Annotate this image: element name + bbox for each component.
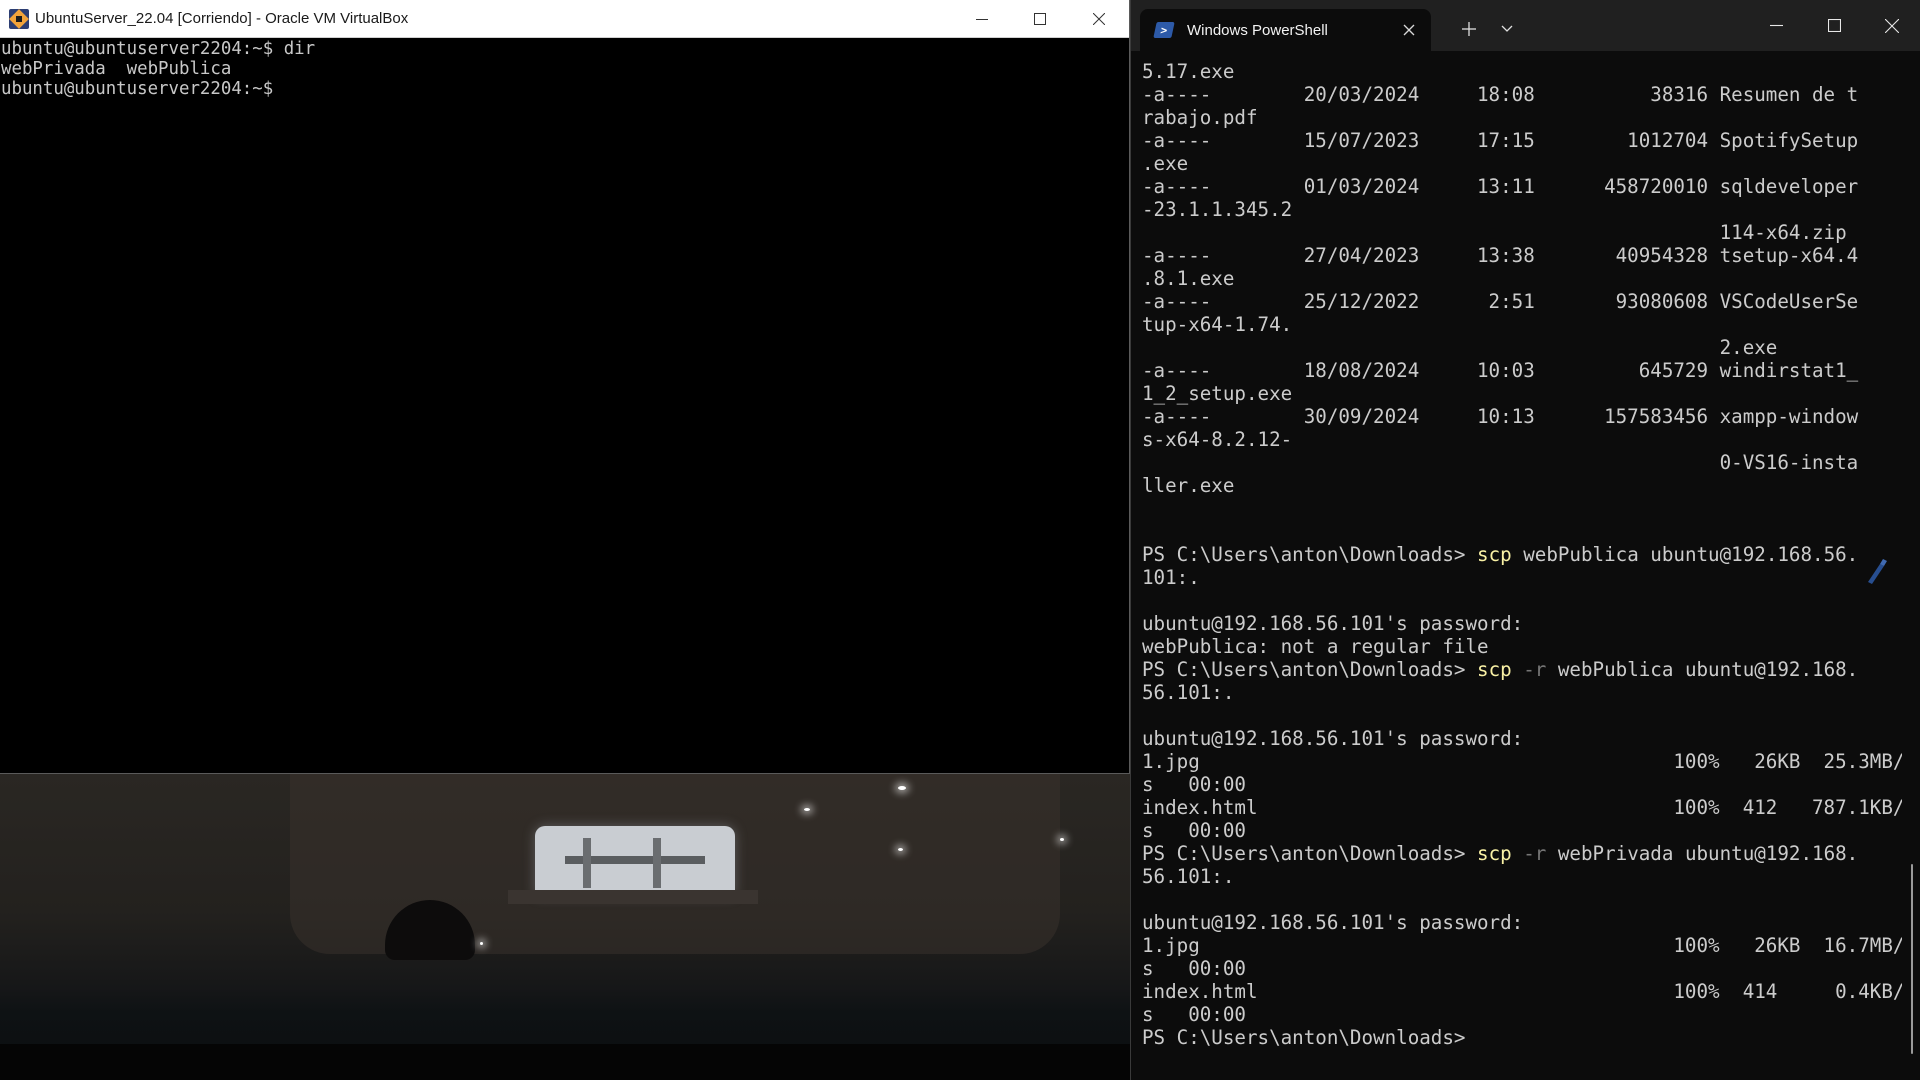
listing-line: 0-VS16-insta <box>1142 451 1859 474</box>
listing-line: s-x64-8.2.12- <box>1142 428 1293 451</box>
command-line: PS C:\Users\anton\Downloads> scp webPubl… <box>1142 543 1902 566</box>
listing-line: -23.1.1.345.2 <box>1142 198 1293 221</box>
maximize-icon <box>1827 19 1841 32</box>
output-line: s 00:00 <box>1142 819 1246 842</box>
console-line: ubuntu@ubuntuserver2204:~$ <box>1 79 274 99</box>
command-wrap: 101:. <box>1142 566 1200 589</box>
maximize-button[interactable] <box>1805 0 1863 51</box>
desktop-wallpaper <box>0 774 1130 1080</box>
new-tab-button[interactable] <box>1454 14 1484 44</box>
terminal-tab-bar[interactable]: > Windows PowerShell <box>1131 0 1920 51</box>
close-button[interactable] <box>1863 0 1920 51</box>
minimize-icon <box>1769 24 1783 27</box>
wallpaper-object <box>535 826 735 896</box>
listing-line: -a---- 20/03/2024 18:08 38316 Resumen de… <box>1142 83 1859 106</box>
listing-line: 5.17.exe <box>1142 60 1235 83</box>
output-line: s 00:00 <box>1142 773 1246 796</box>
wallpaper-light <box>804 808 810 811</box>
command-flag: -r <box>1511 842 1547 865</box>
output-line: index.html 100% 412 787.1KB/ <box>1142 796 1902 819</box>
command-args: webPublica ubuntu@192.168. <box>1546 658 1859 681</box>
scrollbar[interactable] <box>1911 864 1913 1054</box>
command-line: PS C:\Users\anton\Downloads> scp -r webP… <box>1142 658 1902 681</box>
output-line: 1.jpg 100% 26KB 16.7MB/ <box>1142 934 1902 957</box>
powershell-icon: > <box>1153 22 1175 38</box>
output-line: index.html 100% 414 0.4KB/ <box>1142 980 1902 1003</box>
maximize-button[interactable] <box>1011 0 1069 38</box>
output-line: 1.jpg 100% 26KB 25.3MB/ <box>1142 750 1902 773</box>
vm-console-screen[interactable]: ubuntu@ubuntuserver2204:~$ dir webPrivad… <box>0 38 1129 773</box>
close-button[interactable] <box>1070 0 1128 38</box>
window-title: UbuntuServer_22.04 [Corriendo] - Oracle … <box>35 10 409 27</box>
listing-line: -a---- 30/09/2024 10:13 157583456 xampp-… <box>1142 405 1859 428</box>
virtualbox-window[interactable]: UbuntuServer_22.04 [Corriendo] - Oracle … <box>0 0 1130 774</box>
listing-line: rabajo.pdf <box>1142 106 1258 129</box>
output-line: s 00:00 <box>1142 957 1246 980</box>
command-wrap: 56.101:. <box>1142 865 1235 888</box>
listing-line: -a---- 01/03/2024 13:11 458720010 sqldev… <box>1142 175 1859 198</box>
powershell-window[interactable]: > Windows PowerShell 5.17.exe -a---- 20/… <box>1130 0 1920 1080</box>
command-line: PS C:\Users\anton\Downloads> scp -r webP… <box>1142 842 1902 865</box>
listing-line: -a---- 25/12/2022 2:51 93080608 VSCodeUs… <box>1142 290 1859 313</box>
wallpaper-light <box>480 942 483 945</box>
prompt: PS C:\Users\anton\Downloads> <box>1142 543 1478 566</box>
plus-icon <box>1462 22 1476 36</box>
wallpaper-light <box>1060 838 1064 841</box>
output-line: ubuntu@192.168.56.101's password: <box>1142 911 1524 934</box>
listing-line <box>1142 497 1902 520</box>
command-flag: -r <box>1511 658 1547 681</box>
prompt: PS C:\Users\anton\Downloads> <box>1142 842 1478 865</box>
tab-dropdown-button[interactable] <box>1492 14 1522 44</box>
listing-line: ller.exe <box>1142 474 1235 497</box>
console-line: ubuntu@ubuntuserver2204:~$ dir <box>1 39 316 59</box>
current-prompt[interactable]: PS C:\Users\anton\Downloads> <box>1142 1026 1902 1049</box>
listing-line: tup-x64-1.74. <box>1142 313 1293 336</box>
tab-label: Windows PowerShell <box>1187 21 1328 39</box>
close-icon <box>1093 13 1105 25</box>
listing-line: 114-x64.zip <box>1142 221 1847 244</box>
listing-line: 1_2_setup.exe <box>1142 382 1293 405</box>
command-wrap: 56.101:. <box>1142 681 1235 704</box>
wallpaper-shape <box>508 890 758 904</box>
command-name: scp <box>1477 842 1512 865</box>
prompt: PS C:\Users\anton\Downloads> <box>1142 658 1478 681</box>
pen-icon[interactable] <box>1862 556 1888 588</box>
terminal-output[interactable]: 5.17.exe -a---- 20/03/2024 18:08 38316 R… <box>1142 60 1902 1070</box>
listing-line: -a---- 18/08/2024 10:03 645729 windirsta… <box>1142 359 1859 382</box>
minimize-icon <box>976 19 988 20</box>
output-line: ubuntu@192.168.56.101's password: <box>1142 727 1524 750</box>
virtualbox-titlebar[interactable]: UbuntuServer_22.04 [Corriendo] - Oracle … <box>0 0 1129 38</box>
listing-line: .exe <box>1142 152 1189 175</box>
listing-line: -a---- 27/04/2023 13:38 40954328 tsetup-… <box>1142 244 1859 267</box>
console-line: webPrivada webPublica <box>1 59 232 79</box>
output-line: ubuntu@192.168.56.101's password: <box>1142 612 1524 635</box>
output-line: webPublica: not a regular file <box>1142 635 1489 658</box>
listing-line: -a---- 15/07/2023 17:15 1012704 SpotifyS… <box>1142 129 1859 152</box>
wallpaper-shape <box>0 1044 1130 1080</box>
wallpaper-light <box>898 786 906 790</box>
wallpaper-light <box>898 848 903 851</box>
output-line: s 00:00 <box>1142 1003 1246 1026</box>
listing-line: .8.1.exe <box>1142 267 1235 290</box>
command-name: scp <box>1477 658 1512 681</box>
command-name: scp <box>1477 543 1512 566</box>
maximize-icon <box>1034 13 1046 25</box>
command-args: webPublica ubuntu@192.168.56. <box>1511 543 1859 566</box>
close-icon <box>1403 24 1415 36</box>
virtualbox-icon <box>9 8 29 29</box>
tab-windows-powershell[interactable]: > Windows PowerShell <box>1140 9 1431 51</box>
chevron-down-icon <box>1501 25 1513 32</box>
tab-close-button[interactable] <box>1401 22 1417 38</box>
listing-line: 2.exe <box>1142 336 1778 359</box>
command-args: webPrivada ubuntu@192.168. <box>1546 842 1859 865</box>
close-icon <box>1885 18 1899 33</box>
listing-line <box>1142 520 1902 543</box>
minimize-button[interactable] <box>953 0 1011 38</box>
minimize-button[interactable] <box>1747 0 1805 51</box>
